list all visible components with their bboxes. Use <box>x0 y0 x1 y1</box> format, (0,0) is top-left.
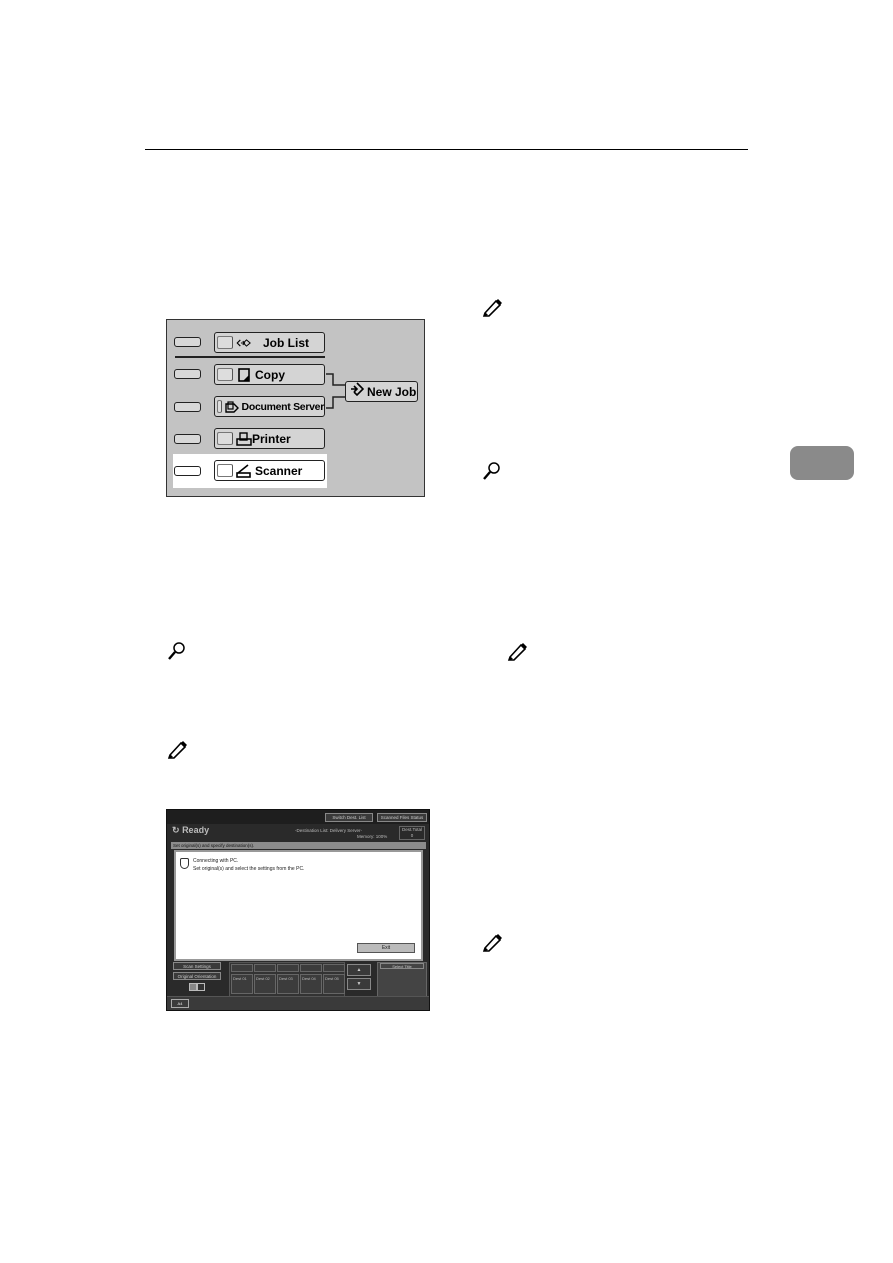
switch-dest-list-button[interactable]: Switch Dest. List <box>325 813 373 822</box>
document-server-key[interactable]: Document Server <box>214 396 325 417</box>
reference-magnifier-icon <box>483 462 500 480</box>
chapter-tab <box>790 446 854 480</box>
job-list-led <box>174 337 201 347</box>
scan-settings-button[interactable]: Scan Settings <box>173 962 221 970</box>
screen-status-bar: A4 <box>167 996 429 1010</box>
printer-led <box>174 434 201 444</box>
copy-led <box>174 369 201 379</box>
job-list-key[interactable]: Job List <box>214 332 325 353</box>
key-indicator <box>217 464 233 477</box>
new-job-bracket <box>326 373 345 409</box>
scanned-files-status-button[interactable]: Scanned Files Status <box>377 813 427 822</box>
note-pencil-icon <box>167 741 187 759</box>
ready-icon: ↻ <box>172 825 180 835</box>
new-job-icon <box>350 382 365 401</box>
copy-label: Copy <box>255 367 285 382</box>
note-pencil-icon <box>482 299 502 317</box>
destination-cell[interactable]: Dest 02 <box>254 974 276 994</box>
key-indicator <box>217 400 222 413</box>
scroll-down-button[interactable]: ▼ <box>347 978 371 990</box>
document-server-label: Document Server <box>241 400 325 413</box>
paper-tray-indicator: A4 <box>171 999 189 1008</box>
destination-cell[interactable]: Dest 03 <box>277 974 299 994</box>
connecting-dialog: Connecting with PC. Set original(s) and … <box>174 850 423 961</box>
printer-label: Printer <box>252 431 291 446</box>
scanner-screen: Switch Dest. List Scanned Files Status ↻… <box>166 809 430 1011</box>
document-server-led <box>174 402 201 412</box>
note-pencil-icon <box>482 934 502 952</box>
function-key-panel: Job List Copy Document Server Printer Sc… <box>166 319 425 497</box>
destination-cell[interactable] <box>300 964 322 972</box>
orientation-icon-a[interactable] <box>189 983 197 991</box>
destination-cell[interactable]: Dest 05 <box>323 974 345 994</box>
exit-button[interactable]: Exit <box>357 943 415 953</box>
orientation-icon-b[interactable] <box>197 983 205 991</box>
divider <box>175 356 325 358</box>
key-indicator <box>217 368 233 381</box>
scanner-icon <box>236 463 252 479</box>
reference-magnifier-icon <box>168 642 185 660</box>
copy-key[interactable]: Copy <box>214 364 325 385</box>
job-list-label: Job List <box>263 335 310 350</box>
printer-key[interactable]: Printer <box>214 428 325 449</box>
scanner-key[interactable]: Scanner <box>214 460 325 481</box>
header-rule <box>145 149 748 150</box>
original-orientation-button[interactable]: Original Orientation <box>173 972 221 980</box>
scroll-up-button[interactable]: ▲ <box>347 964 371 976</box>
destination-cell[interactable] <box>323 964 345 972</box>
destination-cell[interactable] <box>231 964 253 972</box>
job-list-icon <box>236 335 252 351</box>
info-icon <box>180 858 189 869</box>
memory-readout: Memory: 100% <box>357 834 388 839</box>
scanner-led <box>174 466 201 476</box>
destination-cell[interactable] <box>277 964 299 972</box>
destination-list-label: -Destination List: Delivery Server- <box>295 828 363 833</box>
destination-cell[interactable]: Dest 04 <box>300 974 322 994</box>
destination-cell[interactable] <box>254 964 276 972</box>
note-pencil-icon <box>507 643 527 661</box>
select-title-button[interactable]: Select Title <box>380 963 424 969</box>
key-indicator <box>217 432 233 445</box>
document-server-icon <box>224 399 239 415</box>
printer-icon <box>236 431 252 447</box>
new-job-label: New Job <box>367 384 417 399</box>
dest-total-counter: Dest.Total 0 <box>399 826 425 840</box>
key-indicator <box>217 336 233 349</box>
new-job-key[interactable]: New Job <box>345 381 418 402</box>
scanner-label: Scanner <box>255 463 303 478</box>
dialog-message-2: Set original(s) and select the settings … <box>193 866 305 872</box>
copy-icon <box>236 367 252 383</box>
dialog-message-1: Connecting with PC. <box>193 858 239 864</box>
instruction-bar: Set original(s) and specify destination(… <box>171 842 426 849</box>
destination-cell[interactable]: Dest 01 <box>231 974 253 994</box>
status-ready: ↻ Ready <box>172 825 210 835</box>
